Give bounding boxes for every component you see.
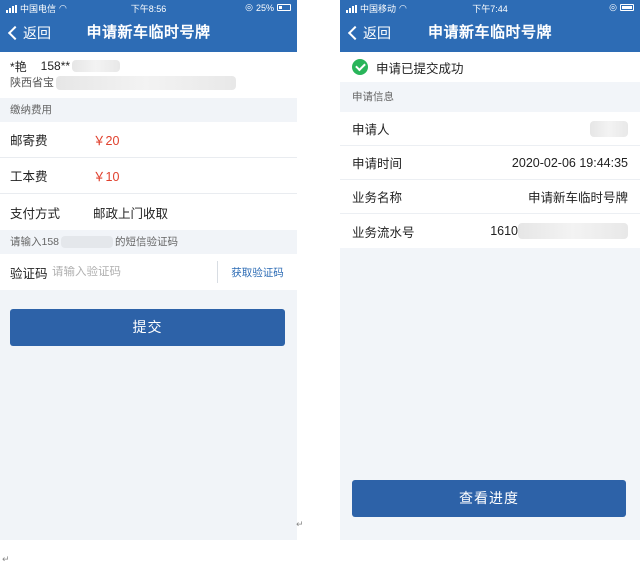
fee-value: 邮政上门收取 (93, 206, 169, 221)
address-block[interactable]: *艳 158** 陕西省宝 (0, 52, 297, 98)
info-label: 业务流水号 (352, 225, 415, 240)
sms-hint: 请输入158 的短信验证码 (0, 230, 297, 254)
code-label: 验证码 (10, 266, 48, 281)
status-bar: 中国移动 ◠ 下午7:44 ◎ (340, 0, 640, 14)
success-message: 申请已提交成功 (376, 61, 464, 76)
fee-label: 工本费 (10, 170, 48, 184)
get-code-button[interactable]: 获取验证码 (217, 261, 297, 283)
back-button[interactable]: 返回 (6, 14, 51, 52)
redacted-blur (518, 223, 628, 239)
fee-label: 支付方式 (10, 206, 61, 221)
phone-screen-left: 中国电信 ◠ 下午8:56 ◎ 25% 返回 申请新车临时号牌 *艳 158**… (0, 0, 297, 540)
recipient-region: 陕西省宝 (10, 77, 54, 89)
alarm-icon: ◎ (245, 2, 253, 12)
redacted-blur (56, 76, 236, 90)
check-circle-icon (352, 59, 368, 75)
paragraph-mark: ↵ (2, 554, 10, 564)
info-row-serial-number: 业务流水号 1610 (340, 214, 640, 248)
verification-code-input[interactable] (52, 266, 217, 278)
sms-hint-prefix: 请输入158 (10, 236, 60, 248)
battery-icon (620, 4, 634, 11)
phone-screen-right: 中国移动 ◠ 下午7:44 ◎ 返回 申请新车临时号牌 申请已提交成功 申请信息… (340, 0, 640, 540)
alarm-icon: ◎ (609, 2, 617, 12)
info-value: 1610 (490, 224, 518, 238)
sms-hint-suffix: 的短信验证码 (115, 236, 179, 248)
info-label: 业务名称 (352, 191, 403, 205)
info-label: 申请时间 (352, 157, 403, 171)
fee-value: ￥10 (93, 170, 120, 184)
info-row-applicant: 申请人 (340, 112, 640, 146)
fee-row-payment-method: 支付方式 邮政上门收取 (0, 194, 297, 230)
info-section-header: 申请信息 (340, 82, 640, 112)
info-value: 申请新车临时号牌 (527, 191, 628, 205)
chevron-left-icon (7, 25, 23, 41)
info-label: 申请人 (352, 123, 390, 137)
fees-section-header: 缴纳费用 (0, 98, 297, 122)
back-button[interactable]: 返回 (346, 14, 391, 52)
fee-label: 邮寄费 (10, 134, 48, 148)
chevron-left-icon (347, 25, 363, 41)
fee-row-postage: 邮寄费 ￥20 (0, 122, 297, 158)
fee-value: ￥20 (93, 134, 120, 148)
redacted-blur (590, 120, 628, 137)
redacted-blur (72, 60, 121, 72)
nav-bar: 返回 申请新车临时号牌 (340, 14, 640, 52)
verification-code-row: 验证码 获取验证码 (0, 254, 297, 290)
submit-button[interactable]: 提交 (10, 309, 285, 346)
redacted-blur (61, 236, 114, 248)
back-label: 返回 (363, 25, 391, 41)
battery-icon (277, 4, 291, 11)
fee-row-production: 工本费 ￥10 (0, 158, 297, 194)
recipient-phone: 158** (40, 59, 71, 73)
recipient-name: *艳 (10, 59, 27, 74)
status-bar: 中国电信 ◠ 下午8:56 ◎ 25% (0, 0, 297, 14)
info-value: 2020-02-06 19:44:35 (511, 155, 628, 170)
info-row-business-name: 业务名称 申请新车临时号牌 (340, 180, 640, 214)
view-progress-button[interactable]: 查看进度 (352, 480, 626, 517)
battery-percent: 25% (255, 2, 274, 13)
success-banner: 申请已提交成功 (340, 52, 640, 82)
back-label: 返回 (23, 25, 51, 41)
paragraph-mark: ↵ (296, 519, 304, 529)
info-row-apply-time: 申请时间 2020-02-06 19:44:35 (340, 146, 640, 180)
nav-bar: 返回 申请新车临时号牌 (0, 14, 297, 52)
